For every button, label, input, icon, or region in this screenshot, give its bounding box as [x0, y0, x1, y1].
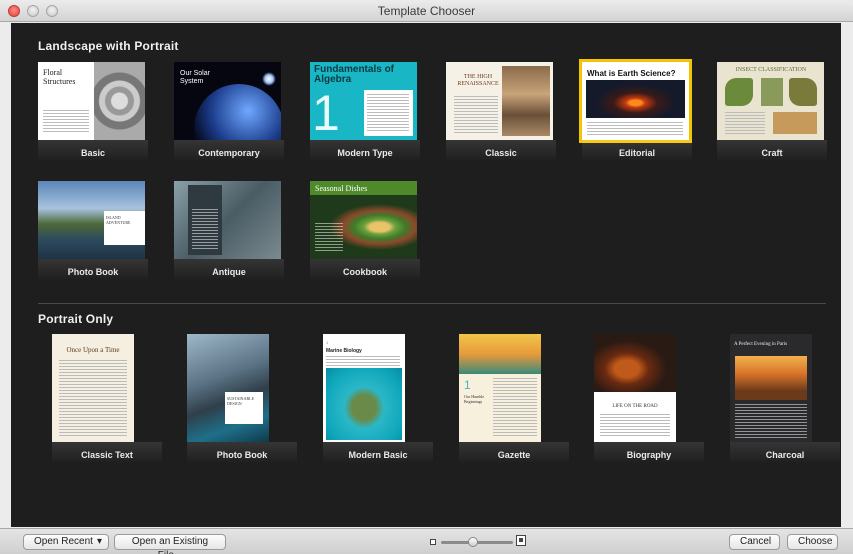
- thumbnail-title: LIFE ON THE ROAD: [612, 404, 658, 409]
- thumbnail-title: Our Humble Beginnings: [464, 394, 485, 404]
- template-thumbnail: LIFE ON THE ROAD: [594, 334, 676, 442]
- template-label: Gazette: [497, 450, 531, 460]
- thumbnail-title: Marine Biology: [326, 348, 362, 354]
- template-thumbnail: Seasonal Dishes: [310, 181, 417, 259]
- template-label: Modern Type: [337, 148, 393, 158]
- thumbnail-title: Floral Structures: [43, 68, 76, 86]
- template-label: Photo Book: [67, 267, 119, 277]
- template-thumbnail: SUSTAINABLE DESIGN: [187, 334, 269, 442]
- thumbnail-title: What is Earth Science?: [587, 69, 676, 78]
- template-thumbnail: What is Earth Science?: [579, 59, 692, 143]
- template-label: Contemporary: [198, 148, 260, 158]
- template-thumbnail: INSECT CLASSIFICATION: [717, 62, 824, 140]
- bottom-toolbar: Open Recent ▾ Open an Existing File... C…: [0, 528, 853, 554]
- thumbnail-title: A Perfect Evening in Paris: [734, 342, 788, 347]
- section-divider: [38, 303, 826, 304]
- template-label: Editorial: [618, 148, 655, 158]
- template-thumbnail: Once Upon a Time: [52, 334, 134, 442]
- window-title: Template Chooser: [377, 4, 476, 18]
- thumbnail-title: ISLAND ADVENTURE: [106, 215, 131, 225]
- open-recent-label: Open Recent: [34, 536, 93, 547]
- template-thumbnail: A Perfect Evening in Paris: [730, 334, 812, 442]
- template-thumbnail: 1 Marine Biology: [323, 334, 405, 442]
- thumbnail-title: INSECT CLASSIFICATION: [735, 67, 807, 73]
- thumbnail-title: Seasonal Dishes: [315, 184, 368, 193]
- template-thumbnail: [174, 181, 281, 259]
- template-label: Basic: [80, 148, 106, 158]
- template-thumbnail: THE HIGH RENAISSANCE: [446, 62, 553, 140]
- thumbnail-title: Our Solar System: [180, 70, 210, 85]
- template-thumbnail: ISLAND ADVENTURE: [38, 181, 145, 259]
- thumbnail-title: SUSTAINABLE DESIGN: [227, 396, 255, 406]
- thumbnail-title: THE HIGH RENAISSANCE: [457, 74, 499, 87]
- template-label: Craft: [761, 148, 783, 158]
- template-label: Biography: [626, 450, 672, 460]
- cancel-button[interactable]: Cancel: [729, 534, 780, 550]
- title-bar: Template Chooser: [0, 0, 853, 22]
- template-label: Photo Book: [216, 450, 268, 460]
- template-label: Cookbook: [343, 267, 387, 277]
- small-thumbnail-icon[interactable]: [430, 539, 436, 545]
- open-existing-file-button[interactable]: Open an Existing File...: [114, 534, 226, 554]
- open-recent-button[interactable]: Open Recent ▾: [23, 534, 109, 550]
- chevron-down-icon: ▾: [96, 536, 102, 547]
- template-gallery: Landscape with Portrait Floral Structure…: [11, 23, 841, 527]
- thumbnail-title: Once Upon a Time: [66, 346, 120, 354]
- choose-button[interactable]: Choose: [787, 534, 838, 550]
- template-thumbnail: Floral Structures: [38, 62, 145, 140]
- large-thumbnail-icon[interactable]: [516, 535, 526, 546]
- thumbnail-title: Fundamentals of Algebra: [314, 64, 395, 85]
- template-label: Antique: [212, 267, 246, 277]
- template-label: Modern Basic: [348, 450, 408, 460]
- thumbnail-number: 1: [312, 85, 340, 140]
- template-label: Charcoal: [765, 450, 805, 460]
- thumbnail-number: 1: [326, 340, 329, 345]
- template-label: Classic: [485, 148, 517, 158]
- section-title-landscape: Landscape with Portrait: [38, 39, 179, 53]
- template-label: Classic Text: [81, 450, 133, 460]
- template-thumbnail: 1 Our Humble Beginnings: [459, 334, 541, 442]
- slider-knob[interactable]: [468, 537, 479, 547]
- section-title-portrait: Portrait Only: [38, 312, 114, 326]
- thumbnail-number: 1: [464, 378, 471, 392]
- template-chooser-window: Template Chooser Landscape with Portrait…: [0, 0, 853, 554]
- template-thumbnail: Fundamentals of Algebra 1: [310, 62, 417, 140]
- template-thumbnail: Our Solar System: [174, 62, 281, 140]
